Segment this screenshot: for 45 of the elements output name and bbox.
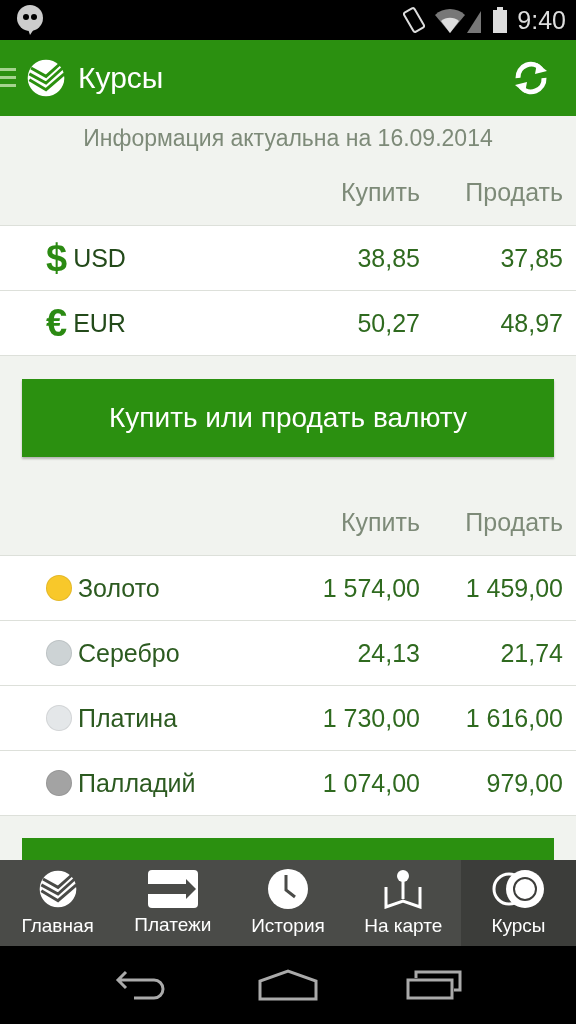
sell-rate: 1 616,00 bbox=[465, 703, 563, 733]
screen-title: Курсы bbox=[78, 61, 165, 95]
vibrate-icon bbox=[403, 7, 426, 33]
buy-rate: 50,27 bbox=[357, 308, 420, 338]
sell-rate: 48,97 bbox=[500, 308, 563, 338]
sell-rate: 21,74 bbox=[500, 638, 563, 668]
column-header: Купить bbox=[340, 508, 420, 537]
column-header: Купить bbox=[340, 178, 420, 207]
signal-icon bbox=[435, 7, 484, 33]
transfer-icon bbox=[147, 870, 198, 908]
metal-name: Платина bbox=[78, 703, 178, 733]
nav-tab[interactable]: На карте bbox=[345, 860, 461, 946]
clock-icon bbox=[268, 869, 308, 909]
currency-symbol: € bbox=[46, 301, 68, 345]
currency-symbol: $ bbox=[46, 236, 68, 280]
metal-name: Золото bbox=[78, 573, 160, 603]
buy-rate: 1 074,00 bbox=[322, 768, 420, 798]
sell-rate: 979,00 bbox=[486, 768, 563, 798]
logo-icon bbox=[26, 58, 66, 98]
buy-rate: 1 730,00 bbox=[322, 703, 420, 733]
currency-name: USD bbox=[73, 243, 126, 273]
currency-coins-icon bbox=[492, 869, 545, 909]
nav-tab[interactable]: Курсы bbox=[460, 860, 576, 946]
buy-rate: 24,13 bbox=[357, 638, 420, 668]
logo-icon bbox=[37, 869, 78, 909]
sell-rate: 37,85 bbox=[500, 243, 563, 273]
chat-icon bbox=[16, 5, 44, 35]
nav-tab[interactable]: История bbox=[230, 860, 346, 946]
battery-icon bbox=[493, 7, 508, 33]
column-header: Продать bbox=[465, 508, 563, 537]
currency-name: EUR bbox=[73, 308, 126, 338]
map-pin-icon bbox=[383, 869, 424, 909]
recent-apps-icon[interactable] bbox=[406, 970, 462, 1000]
sell-rate: 1 459,00 bbox=[465, 573, 563, 603]
metal-name: Серебро bbox=[78, 638, 180, 668]
clock-time: 9:40 bbox=[517, 5, 566, 35]
nav-tab[interactable]: Платежи bbox=[115, 860, 231, 946]
info-date-text: Информация актуальна на 16.09.2014 bbox=[82, 123, 494, 153]
buy-rate: 1 574,00 bbox=[322, 573, 420, 603]
column-header: Продать bbox=[465, 178, 563, 207]
exchange-currency-button[interactable]: Купить или продать валюту bbox=[22, 379, 554, 457]
nav-tab[interactable]: Главная bbox=[0, 860, 116, 946]
metal-name: Палладий bbox=[78, 768, 196, 798]
home-icon[interactable] bbox=[258, 969, 318, 1001]
buy-rate: 38,85 bbox=[357, 243, 420, 273]
